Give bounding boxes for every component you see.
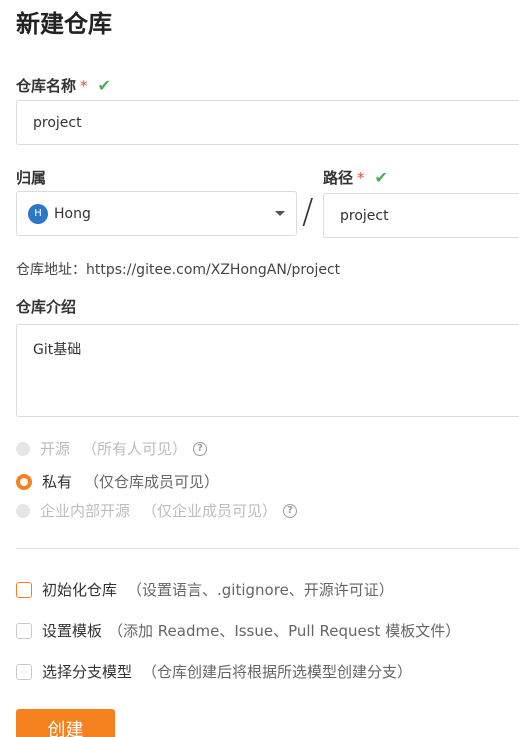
radio-indicator: [16, 503, 30, 518]
owner-select[interactable]: H Hong: [16, 191, 297, 236]
path-separator: /: [302, 192, 314, 232]
create-button[interactable]: 创建: [16, 709, 115, 737]
description-value: Git基础: [33, 342, 82, 358]
check-icon: ✔: [97, 76, 111, 95]
required-mark: *: [357, 169, 365, 187]
radio-hint: （所有人可见）: [82, 440, 188, 458]
checkbox-hint: （设置语言、.gitignore、开源许可证）: [127, 581, 394, 599]
help-icon[interactable]: ?: [283, 503, 298, 518]
help-icon[interactable]: ?: [193, 441, 208, 456]
new-repo-page: 新建仓库 仓库名称 * ✔ project 归属 路径 * ✔ H Hong / pro…: [0, 0, 519, 737]
checkbox-box[interactable]: [16, 622, 32, 639]
radio-enterprise[interactable]: 企业内部开源 （仅企业成员可见） ?: [16, 500, 298, 521]
checkbox-label: 初始化仓库: [42, 581, 118, 599]
divider: [16, 548, 519, 549]
checkbox-hint: （仓库创建后将根据所选模型创建分支）: [142, 663, 413, 681]
checkbox-box[interactable]: [16, 581, 32, 598]
radio-private[interactable]: 私有 （仅仓库成员可见）: [16, 471, 219, 492]
avatar: H: [28, 203, 48, 224]
radio-public[interactable]: 开源 （所有人可见） ?: [16, 438, 208, 459]
checkbox-template[interactable]: 设置模板 （添加 Readme、Issue、Pull Request 模板文件）: [16, 620, 460, 641]
check-icon: ✔: [374, 168, 388, 187]
checkbox-hint: （添加 Readme、Issue、Pull Request 模板文件）: [108, 622, 461, 640]
repo-name-value: project: [33, 114, 82, 131]
path-label-row: 路径 * ✔: [323, 167, 388, 188]
radio-hint: （仅企业成员可见）: [142, 502, 278, 520]
repo-address: 仓库地址：https://gitee.com/XZHongAN/project: [16, 262, 341, 278]
radio-indicator: [16, 473, 32, 490]
repo-name-input[interactable]: project: [16, 100, 519, 145]
page-title: 新建仓库: [16, 10, 112, 38]
description-textarea[interactable]: Git基础: [16, 324, 519, 417]
radio-label: 私有: [42, 473, 73, 491]
repo-name-label: 仓库名称: [16, 77, 77, 95]
radio-label: 企业内部开源: [40, 502, 131, 520]
required-mark: *: [80, 77, 88, 95]
radio-label: 开源: [40, 440, 71, 458]
checkbox-label: 选择分支模型: [42, 663, 133, 681]
description-label: 仓库介绍: [16, 298, 77, 316]
checkbox-branch-model[interactable]: 选择分支模型 （仓库创建后将根据所选模型创建分支）: [16, 661, 412, 682]
path-value: project: [340, 207, 389, 224]
checkbox-label: 设置模板: [42, 622, 103, 640]
chevron-down-icon: [275, 211, 285, 216]
radio-hint: （仅仓库成员可见）: [84, 473, 220, 491]
radio-indicator: [16, 441, 30, 456]
checkbox-init-repo[interactable]: 初始化仓库 （设置语言、.gitignore、开源许可证）: [16, 579, 394, 600]
owner-value: Hong: [54, 205, 91, 222]
path-input[interactable]: project: [323, 193, 519, 238]
owner-label: 归属: [16, 169, 47, 187]
checkbox-box[interactable]: [16, 663, 32, 680]
path-label: 路径: [323, 169, 354, 187]
repo-name-label-row: 仓库名称 * ✔: [16, 75, 111, 96]
